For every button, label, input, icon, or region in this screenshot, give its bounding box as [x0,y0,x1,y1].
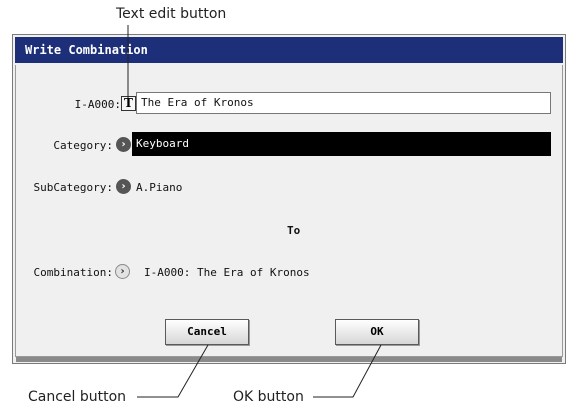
destination-popup-button[interactable]: › [115,264,130,279]
text-edit-callout: Text edit button [116,6,227,22]
category-value[interactable]: Keyboard [132,132,551,156]
ok-button[interactable]: OK [335,319,419,345]
name-bank-label: I-A000: [74,98,121,111]
subcategory-value: A.Piano [136,181,183,194]
subcategory-popup-button[interactable]: › [116,179,131,194]
destination-label: Combination: [33,266,113,279]
cancel-button[interactable]: Cancel [165,319,249,345]
cancel-callout: Cancel button [28,389,127,405]
write-combination-dialog: Write Combination I-A000: T The Era of K… [12,34,566,364]
chevron-right-icon: › [121,139,126,150]
text-edit-button[interactable]: T [121,96,136,111]
chevron-right-icon: › [120,266,125,277]
dialog-bottom-bar [16,357,562,362]
chevron-right-icon: › [121,181,126,192]
category-label: Category: [53,139,113,152]
category-popup-button[interactable]: › [116,137,131,152]
destination-value: I-A000: The Era of Kronos [144,266,310,279]
combination-name-field[interactable]: The Era of Kronos [136,92,551,114]
subcategory-label: SubCategory: [33,181,113,194]
ok-callout: OK button [233,389,304,405]
dialog-title: Write Combination [15,37,563,63]
to-label: To [287,224,301,237]
